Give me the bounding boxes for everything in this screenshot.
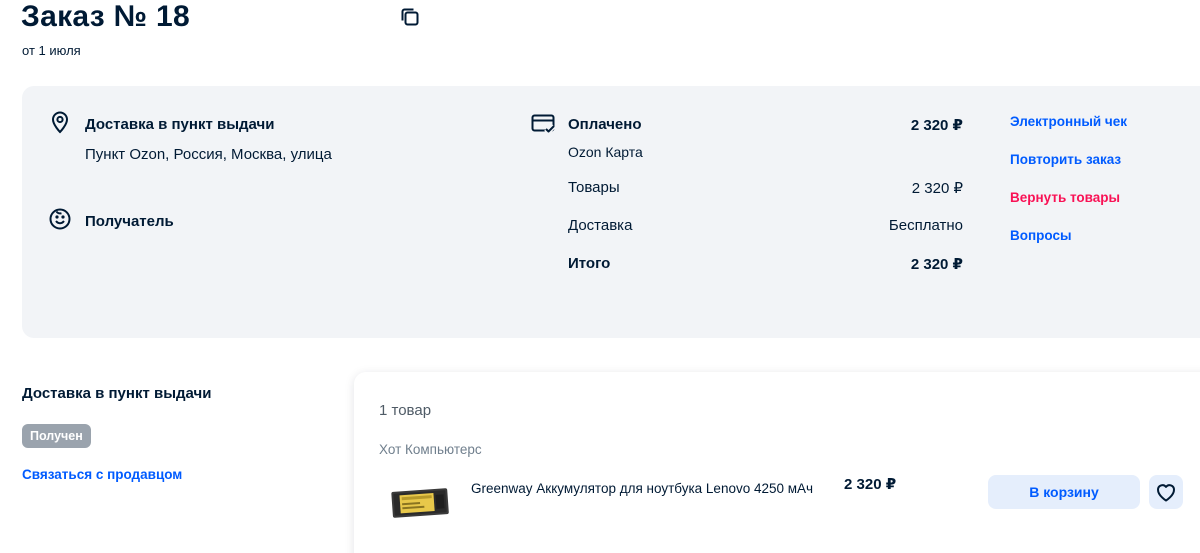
copy-icon[interactable] — [398, 5, 422, 29]
page-title: Заказ № 18 — [21, 0, 190, 33]
heart-icon — [1157, 484, 1175, 502]
contact-seller-link[interactable]: Связаться с продавцом — [22, 467, 182, 482]
pickup-address: Пункт Ozon, Россия, Москва, улица — [85, 146, 332, 163]
repeat-order-link[interactable]: Повторить заказ — [1010, 152, 1121, 167]
payment-status: Оплачено — [568, 116, 642, 133]
seller-name[interactable]: Хот Компьютерс — [379, 442, 482, 457]
order-items-card: 1 товар Хот Компьютерс Greenway Аккумуля… — [354, 372, 1200, 553]
credit-card-check-icon — [531, 112, 556, 136]
recipient-label: Получатель — [85, 213, 174, 230]
shipping-value: Бесплатно — [888, 217, 963, 234]
payment-method: Ozon Карта — [568, 144, 643, 160]
order-summary-panel: Доставка в пункт выдачи Пункт Ozon, Росс… — [22, 86, 1200, 338]
product-image[interactable] — [388, 478, 452, 526]
payment-amount: 2 320 ₽ — [910, 117, 963, 134]
location-pin-icon — [48, 110, 72, 134]
total-label: Итого — [568, 255, 611, 272]
favorite-button[interactable] — [1149, 475, 1183, 509]
electronic-receipt-link[interactable]: Электронный чек — [1010, 114, 1127, 129]
shipping-label: Доставка — [568, 217, 633, 234]
goods-label: Товары — [568, 179, 620, 196]
return-goods-link[interactable]: Вернуть товары — [1010, 190, 1120, 205]
product-name[interactable]: Greenway Аккумулятор для ноутбука Lenovo… — [471, 476, 821, 502]
add-to-cart-button[interactable]: В корзину — [988, 475, 1140, 509]
shipment-heading: Доставка в пункт выдачи — [22, 385, 212, 402]
order-date: от 1 июля — [22, 43, 81, 58]
delivery-type-label: Доставка в пункт выдачи — [85, 116, 275, 133]
items-count: 1 товар — [379, 402, 432, 419]
status-badge: Получен — [22, 424, 91, 448]
total-amount: 2 320 ₽ — [910, 256, 963, 273]
questions-link[interactable]: Вопросы — [1010, 228, 1072, 243]
product-price: 2 320 ₽ — [844, 476, 897, 493]
goods-amount: 2 320 ₽ — [911, 180, 963, 197]
smiley-face-icon — [48, 207, 72, 231]
